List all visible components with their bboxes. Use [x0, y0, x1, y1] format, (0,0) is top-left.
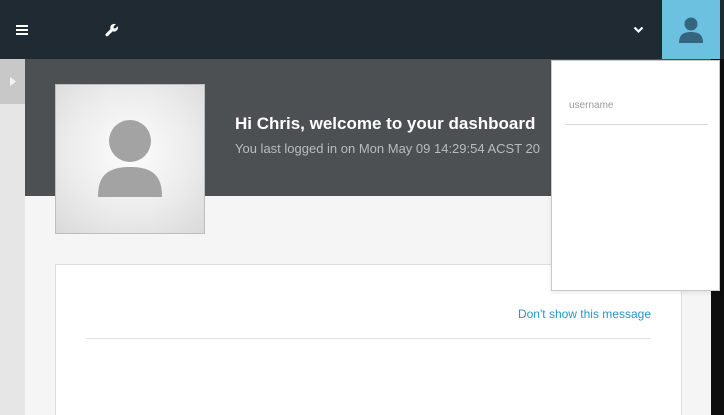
- hamburger-menu-icon: [16, 25, 28, 35]
- username-input[interactable]: [565, 87, 708, 125]
- wrench-icon: [105, 23, 119, 37]
- tools-button[interactable]: [100, 18, 124, 42]
- chevron-down-icon: [633, 26, 643, 34]
- card-divider: [86, 338, 651, 339]
- user-silhouette-icon: [679, 17, 703, 43]
- dont-show-message-link[interactable]: Don't show this message: [518, 307, 651, 321]
- welcome-heading: Hi Chris, welcome to your dashboard: [235, 114, 536, 133]
- user-dropdown-panel: [551, 60, 720, 291]
- menu-button[interactable]: [10, 18, 34, 42]
- left-sidebar: [0, 59, 25, 415]
- user-silhouette-icon: [98, 120, 162, 197]
- last-login-text: You last logged in on Mon May 09 14:29:5…: [235, 141, 540, 156]
- user-menu-dropdown-toggle[interactable]: [626, 18, 650, 42]
- profile-avatar: [55, 84, 205, 234]
- user-profile-button[interactable]: [662, 0, 720, 59]
- caret-right-icon: [9, 77, 16, 86]
- sidebar-toggle-button[interactable]: [0, 59, 25, 104]
